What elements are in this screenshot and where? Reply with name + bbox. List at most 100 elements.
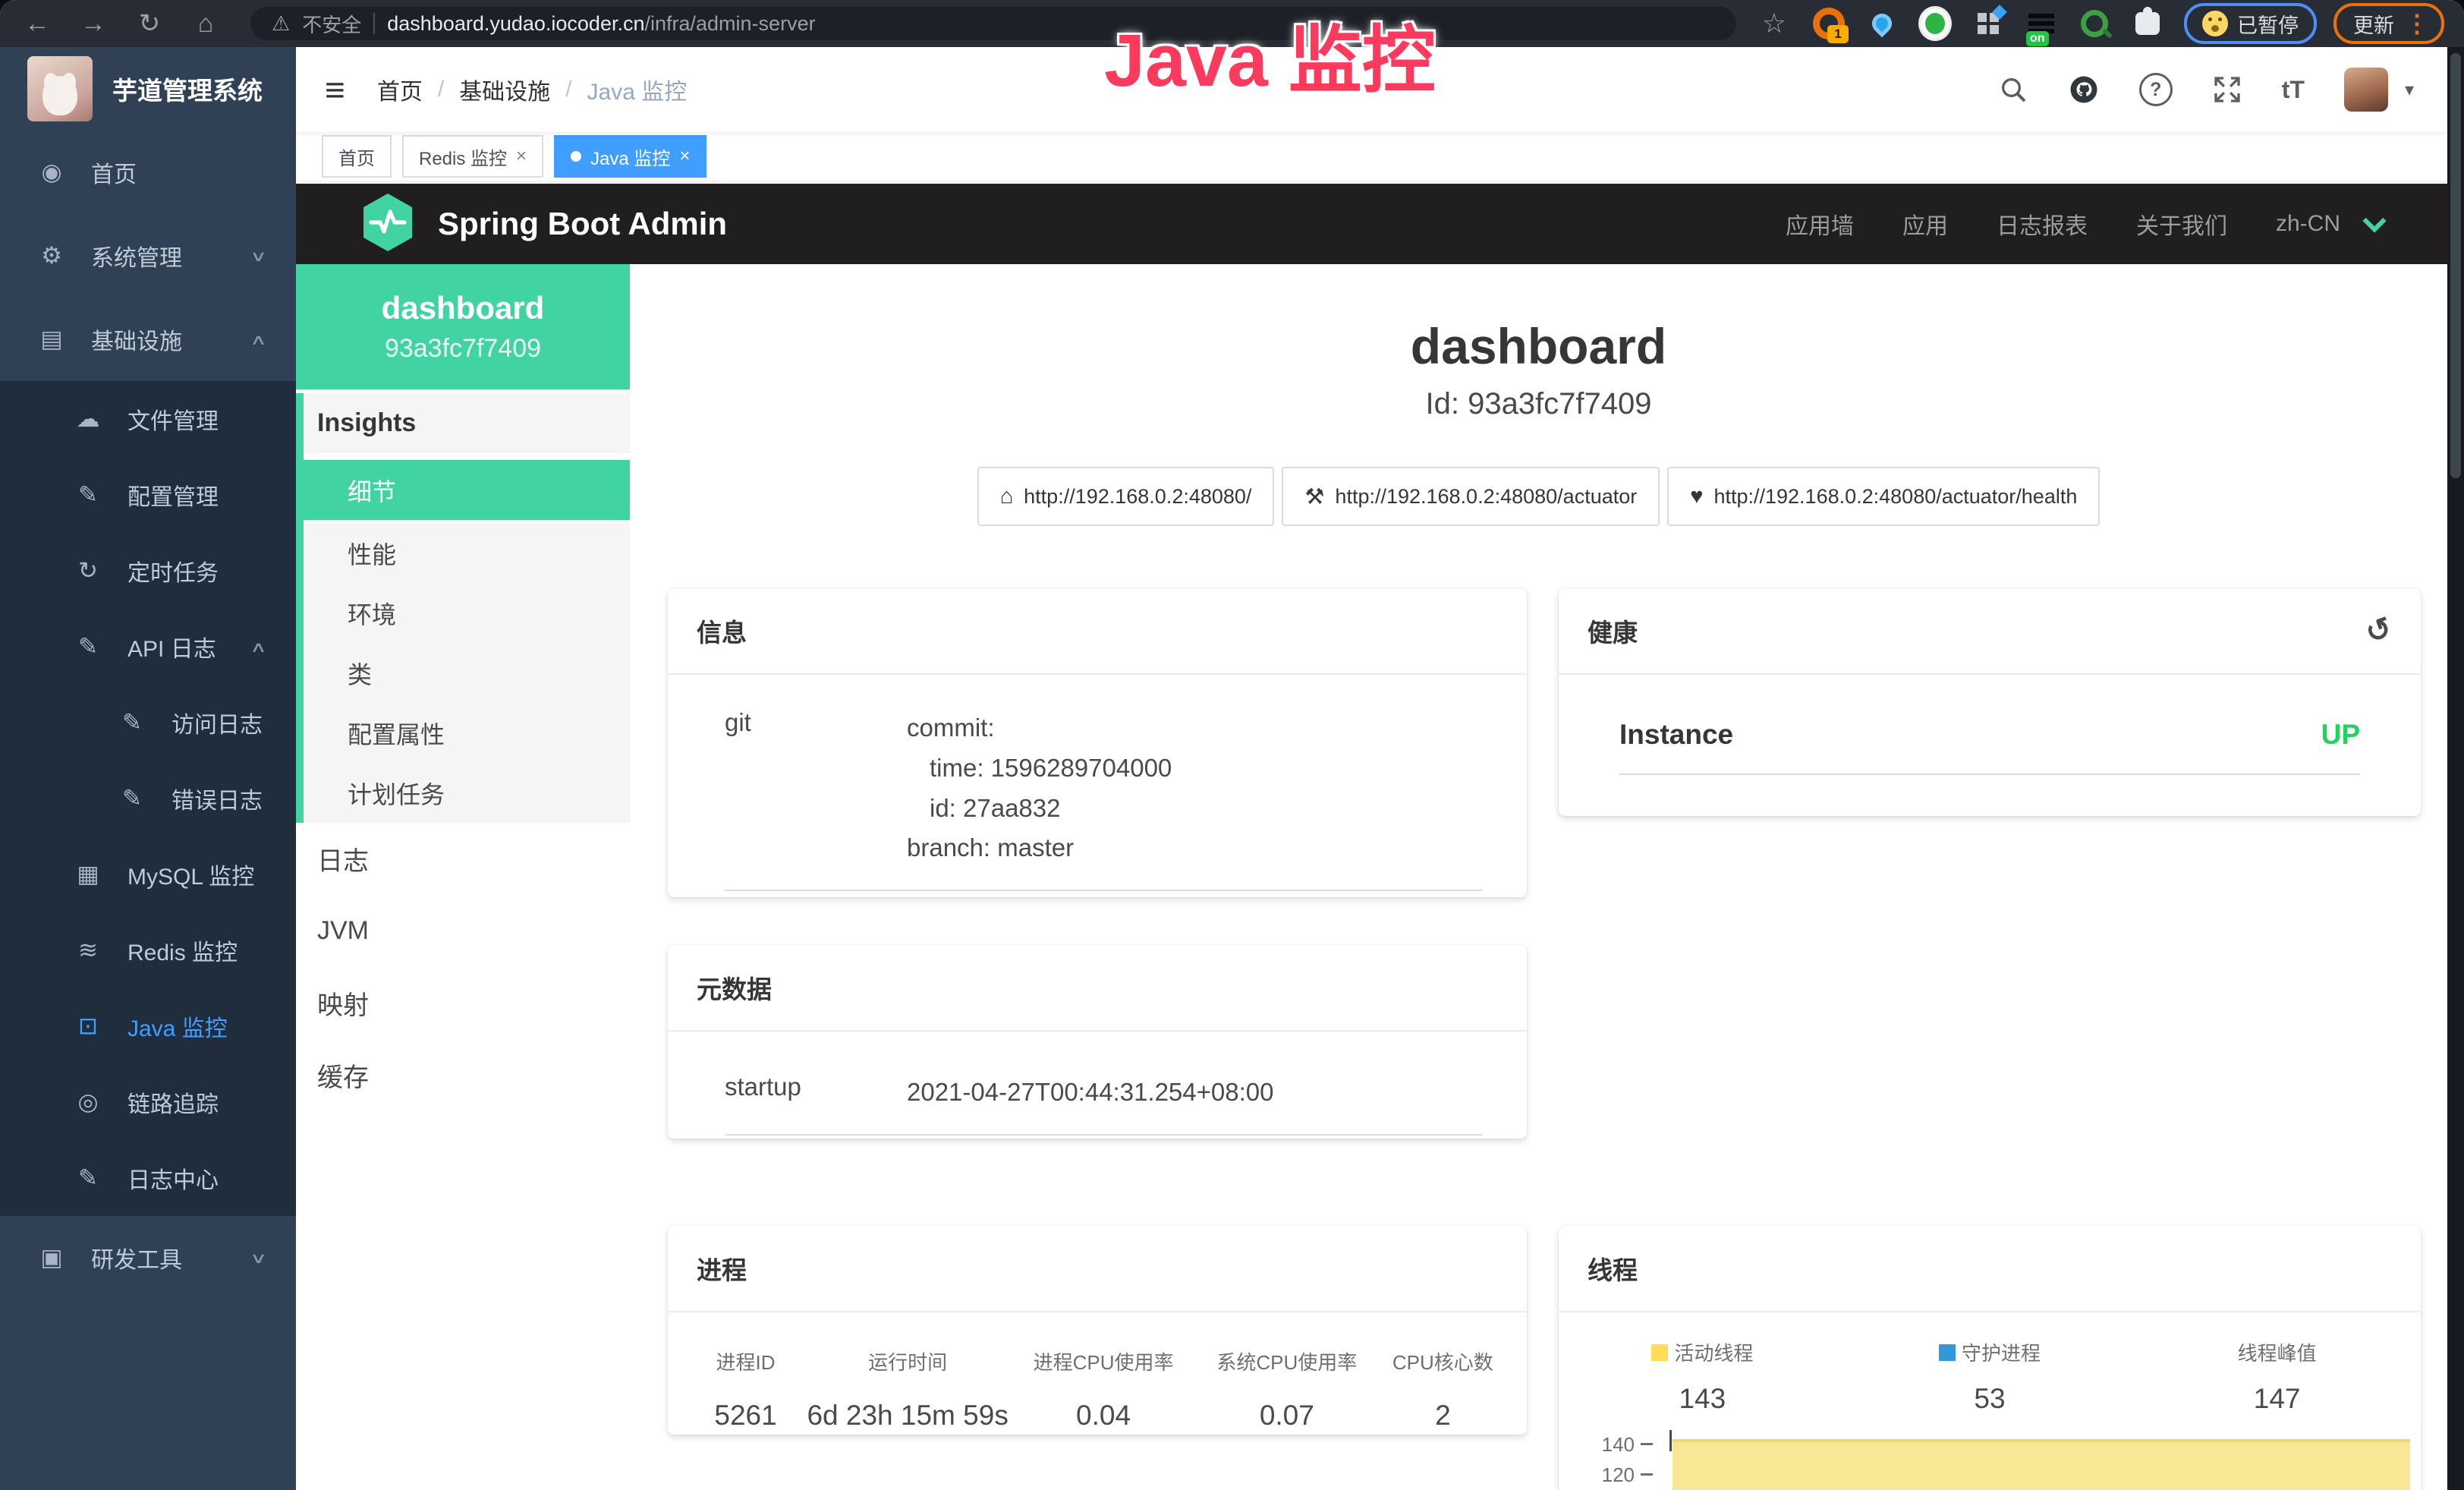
breadcrumb-home[interactable]: 首页 (377, 73, 423, 106)
github-icon[interactable] (2068, 74, 2100, 106)
extension-switch-icon[interactable]: on (2025, 7, 2058, 40)
sidebar-item-job[interactable]: ↻定时任务 (0, 533, 296, 609)
sidebar-item-config[interactable]: ✎配置管理 (0, 457, 296, 533)
process-uptime: 6d 23h 15m 59s (804, 1400, 1012, 1432)
sba-brand-title[interactable]: Spring Boot Admin (438, 206, 727, 242)
address-bar[interactable]: ⚠ 不安全 dashboard.yudao.iocoder.cn/infra/a… (250, 7, 1736, 40)
infra-submenu: ☁文件管理 ✎配置管理 ↻定时任务 ✎API 日志∧ ✎访问日志 ✎错误日志 ▦… (0, 381, 296, 1216)
legend-label: 守护进程 (1962, 1338, 2041, 1366)
sidebar-item-api-log[interactable]: ✎API 日志∧ (0, 609, 296, 685)
back-icon[interactable]: ← (20, 9, 55, 39)
sba-item-jvm[interactable]: JVM (296, 895, 630, 967)
sba-logo-icon[interactable] (360, 192, 415, 257)
home-icon[interactable]: ⌂ (188, 9, 223, 39)
tag-redis[interactable]: Redis 监控× (402, 135, 543, 178)
sba-item-details[interactable]: 细节 (304, 457, 630, 523)
threads-chart: 140 120 100 (1559, 1430, 2421, 1490)
close-icon[interactable]: × (679, 146, 690, 167)
security-label[interactable]: 不安全 (302, 10, 361, 38)
sidebar-item-home[interactable]: ◉ 首页 (0, 131, 296, 214)
health-instance-label[interactable]: Instance (1619, 719, 1733, 751)
kebab-menu-icon[interactable]: ⋮ (2405, 11, 2429, 36)
close-icon[interactable]: × (516, 146, 527, 167)
sba-item-scheduled[interactable]: 计划任务 (304, 763, 630, 823)
sba-language-select[interactable]: zh-CN (2276, 211, 2340, 237)
sidebar-item-system[interactable]: ⚙ 系统管理 ∨ (0, 214, 296, 298)
metadata-value: 2021-04-27T00:44:31.254+08:00 (907, 1073, 1274, 1113)
sba-nav-wallboard[interactable]: 应用墙 (1786, 207, 1854, 241)
log-icon: ✎ (115, 785, 149, 812)
sba-item-environment[interactable]: 环境 (304, 583, 630, 643)
tag-home[interactable]: 首页 (322, 135, 392, 178)
green-circle-icon (1918, 6, 1952, 41)
sidebar-fold-icon[interactable]: ≡ (325, 69, 345, 110)
profile-paused-chip[interactable]: 已暂停 (2184, 3, 2317, 44)
history-icon[interactable]: ↺ (2362, 610, 2397, 652)
fullscreen-icon[interactable] (2212, 74, 2242, 105)
sidebar-item-access-log[interactable]: ✎访问日志 (0, 685, 296, 761)
extension-proxy-icon[interactable]: 1 (1812, 7, 1846, 40)
sidebar-item-infra[interactable]: ▤ 基础设施 ∧ (0, 298, 296, 381)
avatar-caret-icon[interactable]: ▾ (2405, 79, 2414, 101)
extension-magnifier-icon[interactable] (2078, 7, 2111, 40)
bookmark-star-icon[interactable]: ☆ (1762, 8, 1786, 39)
tag-java[interactable]: Java 监控× (554, 135, 706, 178)
browser-scrollbar[interactable] (2447, 47, 2464, 1490)
column-header: 进程ID (688, 1347, 804, 1375)
health-url-button[interactable]: ♥http://192.168.0.2:48080/actuator/healt… (1667, 467, 2100, 526)
sba-item-classes[interactable]: 类 (304, 643, 630, 703)
instance-name: dashboard (382, 290, 545, 326)
sidebar-item-redis[interactable]: ≋Redis 监控 (0, 912, 296, 988)
chevron-up-icon: ∧ (250, 638, 267, 655)
sidebar-item-file[interactable]: ☁文件管理 (0, 381, 296, 457)
sba-nav-journal[interactable]: 日志报表 (1997, 207, 2088, 241)
sidebar-item-trace[interactable]: ◎链路追踪 (0, 1064, 296, 1140)
font-size-icon[interactable]: tT (2282, 76, 2305, 104)
actuator-url-button[interactable]: ⚒http://192.168.0.2:48080/actuator (1282, 467, 1660, 526)
brand[interactable]: 芋道管理系统 (0, 47, 296, 131)
reload-icon[interactable]: ↻ (132, 8, 167, 39)
browser-update-button[interactable]: 更新 ⋮ (2333, 3, 2444, 44)
forward-icon[interactable]: → (76, 9, 111, 39)
info-card: 信息 git commit: time: 1596289704000 id: 2… (668, 588, 1527, 897)
sba-sidebar: dashboard 93a3fc7f7409 Insights 细节 性能 环境… (296, 264, 630, 1490)
admin-sidebar: 芋道管理系统 ◉ 首页 ⚙ 系统管理 ∨ ▤ 基础设施 ∧ ☁文件管理 ✎配置管… (0, 47, 296, 1490)
sba-item-mappings[interactable]: 映射 (296, 967, 630, 1039)
puzzle-icon (2135, 12, 2160, 35)
sba-content: dashboard Id: 93a3fc7f7409 ⌂http://192.1… (630, 264, 2447, 1490)
scrollbar-thumb[interactable] (2450, 53, 2461, 478)
toolbox-icon: ▣ (35, 1244, 68, 1271)
breadcrumb-infra[interactable]: 基础设施 (459, 73, 550, 106)
url-text[interactable]: dashboard.yudao.iocoder.cn/infra/admin-s… (387, 12, 815, 36)
sba-item-logfile[interactable]: 日志 (296, 823, 630, 895)
row-divider (725, 1134, 1483, 1136)
sba-nav-applications[interactable]: 应用 (1902, 207, 1948, 241)
sba-nav-links: 应用墙 应用 日志报表 关于我们 zh-CN (1786, 207, 2383, 241)
sidebar-item-label: 首页 (91, 156, 137, 189)
extension-pin-icon[interactable] (1865, 7, 1899, 40)
chevron-down-icon: ∨ (250, 247, 267, 264)
extensions-puzzle-icon[interactable] (2131, 7, 2164, 40)
search-icon[interactable] (1998, 74, 2028, 105)
sidebar-item-error-log[interactable]: ✎错误日志 (0, 761, 296, 836)
sidebar-item-mysql[interactable]: ▦MySQL 监控 (0, 836, 296, 912)
sba-item-metrics[interactable]: 性能 (304, 523, 630, 583)
user-avatar[interactable] (2344, 68, 2388, 112)
browser-window: ← → ↻ ⌂ ⚠ 不安全 dashboard.yudao.iocoder.cn… (0, 0, 2464, 1490)
extension-green-circle-icon[interactable] (1918, 7, 1952, 40)
service-url-button[interactable]: ⌂http://192.168.0.2:48080/ (977, 467, 1275, 526)
sba-item-configprops[interactable]: 配置属性 (304, 703, 630, 763)
sidebar-item-log-center[interactable]: ✎日志中心 (0, 1140, 296, 1216)
instance-id: 93a3fc7f7409 (385, 334, 541, 364)
help-icon[interactable]: ? (2139, 73, 2173, 106)
y-axis-tick-label: 120 (1559, 1463, 1635, 1487)
sidebar-item-java[interactable]: ⊡Java 监控 (0, 988, 296, 1064)
extension-grid-icon[interactable] (1972, 7, 2005, 40)
health-card: 健康 ↺ Instance UP (1559, 588, 2421, 816)
column-header: 系统CPU使用率 (1195, 1347, 1379, 1375)
sba-item-caches[interactable]: 缓存 (296, 1039, 630, 1111)
sba-nav-about[interactable]: 关于我们 (2136, 207, 2227, 241)
dashboard-icon: ◉ (35, 159, 68, 186)
info-value: commit: time: 1596289704000 id: 27aa832 … (907, 708, 1172, 868)
sidebar-item-devtools[interactable]: ▣ 研发工具 ∨ (0, 1216, 296, 1299)
